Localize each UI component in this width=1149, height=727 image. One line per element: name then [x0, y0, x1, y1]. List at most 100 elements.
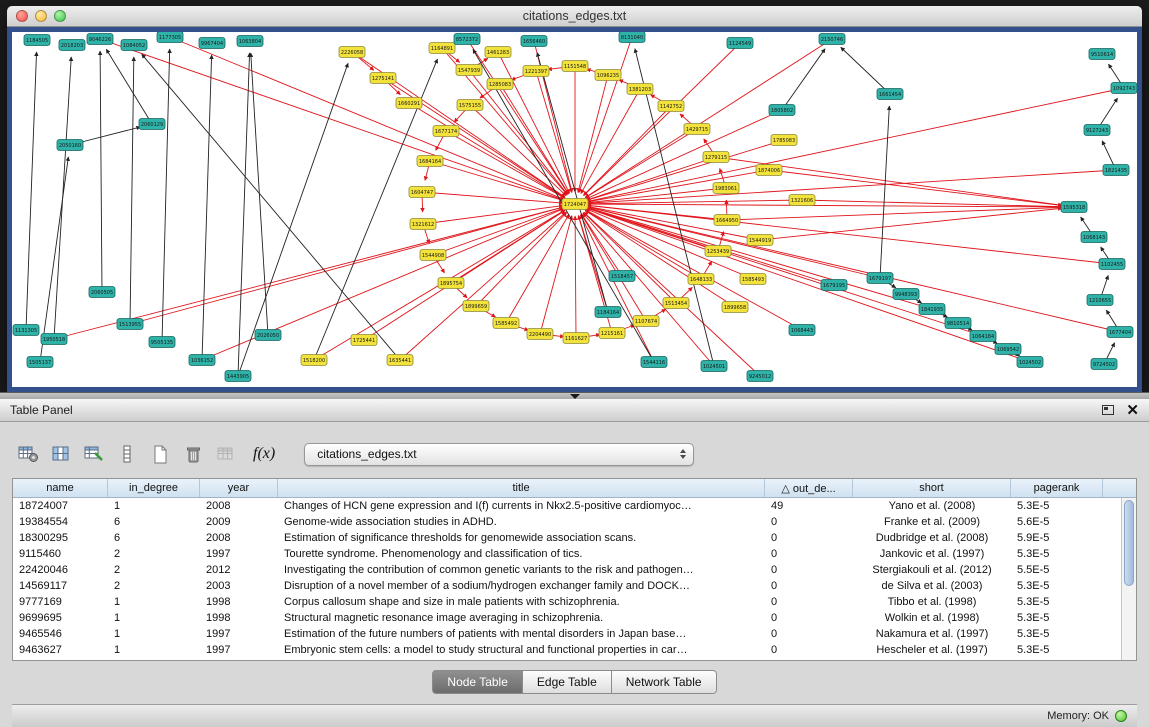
network-edge[interactable]: [142, 54, 400, 360]
network-edge[interactable]: [586, 140, 784, 200]
network-node[interactable]: 1024501: [701, 361, 727, 372]
close-panel-icon[interactable]: ✕: [1126, 403, 1139, 418]
network-node[interactable]: 1279115: [703, 152, 729, 163]
network-node[interactable]: 1635441: [387, 355, 413, 366]
network-edge[interactable]: [584, 212, 676, 303]
network-node[interactable]: 1677174: [433, 126, 459, 137]
network-edge[interactable]: [446, 131, 565, 198]
network-node[interactable]: 1513454: [663, 298, 689, 309]
network-edge[interactable]: [422, 192, 563, 203]
network-node[interactable]: 1575155: [457, 100, 483, 111]
network-node[interactable]: 1024502: [1017, 357, 1043, 368]
network-node[interactable]: 1604747: [409, 187, 435, 198]
network-node[interactable]: 1107674: [633, 316, 659, 327]
network-node[interactable]: 1585493: [740, 274, 766, 285]
network-node[interactable]: 1131305: [13, 325, 39, 336]
network-node[interactable]: 1660291: [396, 98, 422, 109]
network-graph[interactable]: 1724047115154812213971285083157515516771…: [12, 32, 1137, 387]
network-node[interactable]: 1899658: [722, 302, 748, 313]
network-node[interactable]: 1505137: [27, 357, 53, 368]
table-edit-icon[interactable]: [80, 441, 108, 467]
network-edge[interactable]: [470, 105, 566, 196]
network-node[interactable]: 2150746: [819, 34, 845, 45]
network-edge[interactable]: [100, 51, 102, 292]
network-edge[interactable]: [587, 188, 726, 203]
network-node[interactable]: 1684164: [417, 156, 443, 167]
tab-node-table[interactable]: Node Table: [432, 670, 523, 694]
network-node[interactable]: 1253439: [705, 246, 731, 257]
network-node[interactable]: 1096235: [595, 70, 621, 81]
network-node[interactable]: 9810514: [945, 318, 971, 329]
network-edge[interactable]: [536, 71, 572, 192]
network-node[interactable]: 1821435: [1103, 165, 1129, 176]
network-node[interactable]: 1084052: [121, 40, 147, 51]
network-node[interactable]: 1950518: [41, 334, 67, 345]
network-node[interactable]: 1321606: [789, 195, 815, 206]
network-node[interactable]: 8131040: [619, 32, 645, 43]
network-edge[interactable]: [106, 49, 152, 124]
table-settings-icon[interactable]: [14, 441, 42, 467]
network-node[interactable]: 1177305: [157, 32, 183, 43]
network-node[interactable]: 2018203: [59, 40, 85, 51]
network-node[interactable]: 1151548: [562, 61, 588, 72]
network-node[interactable]: 1679197: [867, 273, 893, 284]
network-node[interactable]: 1648133: [688, 274, 714, 285]
network-node[interactable]: 1381203: [627, 84, 653, 95]
tab-network-table[interactable]: Network Table: [612, 670, 717, 694]
network-node[interactable]: 9510614: [1089, 49, 1115, 60]
network-node[interactable]: 1429715: [684, 124, 710, 135]
minimize-window-button[interactable]: [35, 10, 47, 22]
network-node[interactable]: 1724047: [562, 199, 588, 210]
new-file-icon[interactable]: [146, 441, 174, 467]
table-row[interactable]: 946554611997Estimation of the future num…: [13, 626, 1121, 642]
network-node[interactable]: 1161627: [563, 333, 589, 344]
network-edge[interactable]: [26, 52, 37, 330]
network-node[interactable]: 1679195: [821, 280, 847, 291]
network-node[interactable]: 1142752: [658, 101, 684, 112]
table-row[interactable]: 969969511998Structural magnetic resonanc…: [13, 610, 1121, 626]
network-node[interactable]: 1544919: [747, 235, 773, 246]
network-node[interactable]: 1068143: [1081, 232, 1107, 243]
network-node[interactable]: 9967404: [199, 38, 225, 49]
network-node[interactable]: 1785083: [771, 135, 797, 146]
network-node[interactable]: 1874006: [756, 165, 782, 176]
network-edge[interactable]: [587, 207, 932, 309]
zoom-window-button[interactable]: [54, 10, 66, 22]
column-header-in_degree[interactable]: in_degree: [108, 479, 200, 497]
column-header-title[interactable]: title: [278, 479, 765, 497]
network-node[interactable]: 1221397: [523, 66, 549, 77]
network-node[interactable]: 1544908: [420, 250, 446, 261]
network-edge[interactable]: [586, 208, 1030, 362]
network-edge[interactable]: [585, 39, 832, 198]
network-node[interactable]: 1184164: [595, 307, 621, 318]
network-node[interactable]: 1069542: [995, 344, 1021, 355]
network-edge[interactable]: [383, 78, 565, 197]
network-node[interactable]: 8572372: [454, 34, 480, 45]
network-node[interactable]: 1595318: [1061, 202, 1087, 213]
network-node[interactable]: 1656460: [521, 36, 547, 47]
network-node[interactable]: 1210655: [1087, 295, 1113, 306]
network-node[interactable]: 1805802: [769, 105, 795, 116]
close-window-button[interactable]: [16, 10, 28, 22]
network-node[interactable]: 1841935: [919, 304, 945, 315]
network-node[interactable]: 1983061: [713, 183, 739, 194]
network-edge[interactable]: [841, 47, 890, 94]
network-node[interactable]: 9505135: [149, 337, 175, 348]
network-node[interactable]: 1164891: [429, 43, 455, 54]
panel-splitter[interactable]: [0, 392, 1149, 399]
column-header-out_de[interactable]: △ out_de...: [765, 479, 853, 497]
network-node[interactable]: 1184505: [24, 35, 50, 46]
network-node[interactable]: 1513955: [117, 319, 143, 330]
network-node[interactable]: 1036152: [189, 355, 215, 366]
network-node[interactable]: 9724502: [1091, 359, 1117, 370]
network-edge[interactable]: [540, 216, 572, 334]
table-row[interactable]: 2242004622012Investigating the contribut…: [13, 562, 1121, 578]
column-header-year[interactable]: year: [200, 479, 278, 497]
network-node[interactable]: 1124549: [727, 38, 753, 49]
network-edge[interactable]: [584, 43, 740, 196]
network-node[interactable]: 1275141: [370, 73, 396, 84]
network-node[interactable]: 1664950: [714, 215, 740, 226]
network-edge[interactable]: [587, 200, 802, 204]
float-panel-icon[interactable]: [1102, 405, 1114, 415]
network-edge[interactable]: [162, 49, 170, 342]
